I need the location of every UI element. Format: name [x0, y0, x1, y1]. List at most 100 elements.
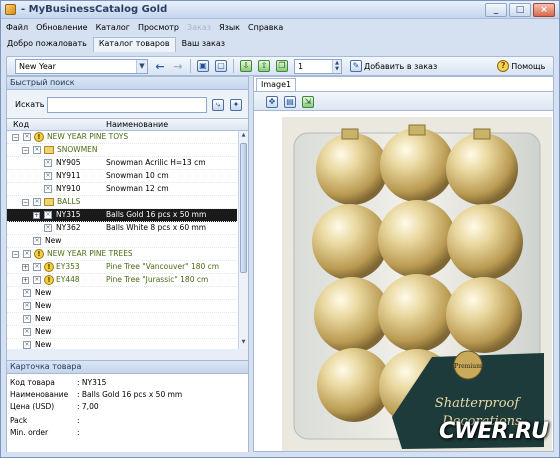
- field-label: Pack: [10, 416, 28, 425]
- row-code: NY362: [56, 223, 81, 232]
- scroll-up-icon[interactable]: ▲: [240, 132, 247, 141]
- tree-row[interactable]: × New: [7, 235, 237, 248]
- row-checkbox[interactable]: ×: [23, 250, 31, 258]
- row-checkbox[interactable]: ×: [33, 237, 41, 245]
- watermark-text: CWER.RU: [439, 419, 549, 444]
- menu-language[interactable]: Язык: [219, 23, 240, 32]
- menu-view[interactable]: Просмотр: [138, 23, 179, 32]
- tree-row[interactable]: − × SNOWMEN: [7, 144, 237, 157]
- tree-row[interactable]: + × ! EY353 Pine Tree "Vancouver" 180 cm: [7, 261, 237, 274]
- row-checkbox[interactable]: ×: [23, 302, 31, 310]
- menu-file[interactable]: Файл: [6, 23, 28, 32]
- row-checkbox[interactable]: ×: [44, 172, 52, 180]
- tab-catalog[interactable]: Каталог товаров: [92, 37, 176, 52]
- row-code: NEW YEAR PINE TREES: [47, 249, 133, 258]
- tree-row[interactable]: × New: [7, 326, 237, 339]
- row-checkbox[interactable]: ×: [33, 263, 41, 271]
- back-arrow-icon[interactable]: ←: [154, 60, 166, 73]
- row-checkbox[interactable]: ×: [23, 328, 31, 336]
- row-code: BALLS: [57, 197, 81, 206]
- row-checkbox[interactable]: ×: [44, 224, 52, 232]
- search-input[interactable]: [47, 97, 207, 113]
- row-checkbox[interactable]: ×: [44, 159, 52, 167]
- fit-image-icon[interactable]: ✥: [266, 96, 278, 108]
- tab-image1[interactable]: Image1: [256, 78, 297, 91]
- collapse-toggle[interactable]: −: [22, 147, 29, 154]
- row-checkbox[interactable]: ×: [33, 146, 41, 154]
- search-filter-icon[interactable]: ✦: [230, 99, 242, 111]
- tree-row[interactable]: × NY910 Snowman 12 cm: [7, 183, 237, 196]
- row-name: Pine Tree "Vancouver" 180 cm: [106, 262, 220, 271]
- row-name: Snowman Acrilic H=13 cm: [106, 158, 206, 167]
- row-checkbox[interactable]: ×: [33, 198, 41, 206]
- tree-row[interactable]: − × BALLS: [7, 196, 237, 209]
- tree-row-selected[interactable]: + × NY315 Balls Gold 16 pcs x 50 mm: [7, 209, 237, 222]
- field-label: Min. order: [10, 428, 49, 437]
- collapse-toggle[interactable]: −: [22, 199, 29, 206]
- row-name: Pine Tree "Jurassic" 180 cm: [106, 275, 209, 284]
- export-icon[interactable]: ⇩: [240, 60, 252, 72]
- tree-row[interactable]: − × ! NEW YEAR PINE TREES: [7, 248, 237, 261]
- expand-toggle[interactable]: +: [33, 212, 40, 219]
- row-code: NY315: [56, 210, 81, 219]
- row-checkbox[interactable]: ×: [33, 276, 41, 284]
- search-go-icon[interactable]: ⤷: [212, 99, 224, 111]
- copy-icon[interactable]: ❐: [276, 60, 288, 72]
- tree-row[interactable]: × New: [7, 313, 237, 326]
- row-checkbox[interactable]: ×: [44, 185, 52, 193]
- expand-icon[interactable]: ▣: [197, 60, 209, 72]
- collapse-toggle[interactable]: −: [12, 251, 19, 258]
- tree-row[interactable]: × New: [7, 339, 237, 349]
- tree-row[interactable]: − × ! NEW YEAR PINE TOYS: [7, 131, 237, 144]
- menu-help[interactable]: Справка: [248, 23, 283, 32]
- collapse-icon[interactable]: ▢: [215, 60, 227, 72]
- help-button[interactable]: ? Помощь: [495, 58, 547, 74]
- app-icon: [5, 4, 16, 15]
- quantity-stepper[interactable]: 1 ▲ ▼: [294, 58, 342, 74]
- tab-welcome[interactable]: Добро пожаловать: [1, 37, 93, 52]
- column-code[interactable]: Код: [13, 120, 29, 129]
- tree-scrollbar[interactable]: ▲ ▼: [238, 131, 248, 349]
- title-bar[interactable]: - MyBusinessCatalog Gold _ □ ×: [1, 1, 559, 19]
- minimize-button[interactable]: _: [485, 3, 507, 17]
- tab-order[interactable]: Ваш заказ: [176, 37, 231, 52]
- scroll-thumb[interactable]: [240, 143, 247, 273]
- add-to-order-button[interactable]: ✎ Добавить в заказ: [348, 58, 439, 74]
- expand-toggle[interactable]: +: [22, 264, 29, 271]
- tree-row[interactable]: × NY911 Snowman 10 cm: [7, 170, 237, 183]
- column-name[interactable]: Наименование: [106, 120, 168, 129]
- tree-row[interactable]: × NY905 Snowman Acrilic H=13 cm: [7, 157, 237, 170]
- folder-icon: [44, 198, 54, 206]
- menu-catalog[interactable]: Каталог: [96, 23, 130, 32]
- tree-row[interactable]: + × ! EY448 Pine Tree "Jurassic" 180 cm: [7, 274, 237, 287]
- field-label: Наименование: [10, 390, 69, 399]
- stepper-arrows-icon[interactable]: ▲ ▼: [332, 59, 341, 73]
- row-checkbox[interactable]: ×: [44, 211, 52, 219]
- image-export-icon[interactable]: ⇲: [302, 96, 314, 108]
- expand-toggle[interactable]: +: [22, 277, 29, 284]
- menu-order[interactable]: Заказ: [187, 23, 211, 32]
- tree-row[interactable]: × New: [7, 300, 237, 313]
- collapse-toggle[interactable]: −: [12, 134, 19, 141]
- product-photo-graphic: Premium Shatterproof Decorations: [282, 117, 552, 451]
- close-button[interactable]: ×: [533, 3, 555, 17]
- catalog-select[interactable]: New Year ▼: [15, 58, 148, 74]
- row-checkbox[interactable]: ×: [23, 133, 31, 141]
- row-name: Balls Gold 16 pcs x 50 mm: [106, 210, 207, 219]
- import-icon[interactable]: ⇧: [258, 60, 270, 72]
- row-code: NY910: [56, 184, 81, 193]
- tree-row[interactable]: × NY362 Balls White 8 pcs x 60 mm: [7, 222, 237, 235]
- tree-row[interactable]: × New: [7, 287, 237, 300]
- product-tree: − × ! NEW YEAR PINE TOYS − × SNOWMEN × N…: [7, 131, 248, 349]
- row-checkbox[interactable]: ×: [23, 315, 31, 323]
- menu-update[interactable]: Обновление: [36, 23, 87, 32]
- row-checkbox[interactable]: ×: [23, 289, 31, 297]
- scroll-down-icon[interactable]: ▼: [240, 339, 247, 348]
- maximize-button[interactable]: □: [509, 3, 531, 17]
- forward-arrow-icon[interactable]: →: [172, 60, 184, 73]
- toolbar: New Year ▼ ← → ▣ ▢ ⇩ ⇧ ❐ 1 ▲ ▼ ✎ Добавить…: [6, 56, 554, 76]
- row-name: Balls White 8 pcs x 60 mm: [106, 223, 207, 232]
- label-premium: Premium: [454, 363, 482, 370]
- image-properties-icon[interactable]: ▤: [284, 96, 296, 108]
- row-checkbox[interactable]: ×: [23, 341, 31, 349]
